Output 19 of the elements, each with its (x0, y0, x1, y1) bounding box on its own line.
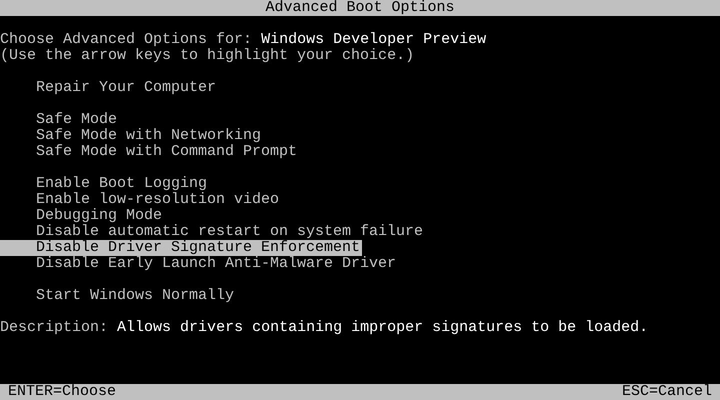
prompt-label: Choose Advanced Options for: (0, 32, 252, 48)
menu-item[interactable]: Disable Driver Signature Enforcement (0, 240, 362, 256)
description-label: Description: (0, 320, 108, 336)
description-text: Allows drivers containing improper signatures to be loaded. (117, 320, 648, 336)
menu-item[interactable]: Enable low-resolution video (0, 192, 282, 208)
menu-item[interactable]: Disable automatic restart on system failure (0, 224, 426, 240)
escape-hint: ESC=Cancel (622, 384, 712, 400)
os-name: Windows Developer Preview (261, 32, 486, 48)
menu-item[interactable]: Start Windows Normally (0, 288, 236, 304)
menu-item[interactable]: Safe Mode (0, 112, 120, 128)
menu-item[interactable]: Safe Mode with Networking (0, 128, 264, 144)
menu-item[interactable]: Repair Your Computer (0, 80, 218, 96)
menu-item[interactable]: Disable Early Launch Anti-Malware Driver (0, 256, 398, 272)
menu-item[interactable]: Debugging Mode (0, 208, 164, 224)
enter-hint: ENTER=Choose (8, 384, 116, 400)
hint-text: (Use the arrow keys to highlight your choice.) (0, 48, 414, 64)
menu-item[interactable]: Safe Mode with Command Prompt (0, 144, 300, 160)
title-bar: Advanced Boot Options (0, 0, 720, 16)
menu-item[interactable]: Enable Boot Logging (0, 176, 210, 192)
